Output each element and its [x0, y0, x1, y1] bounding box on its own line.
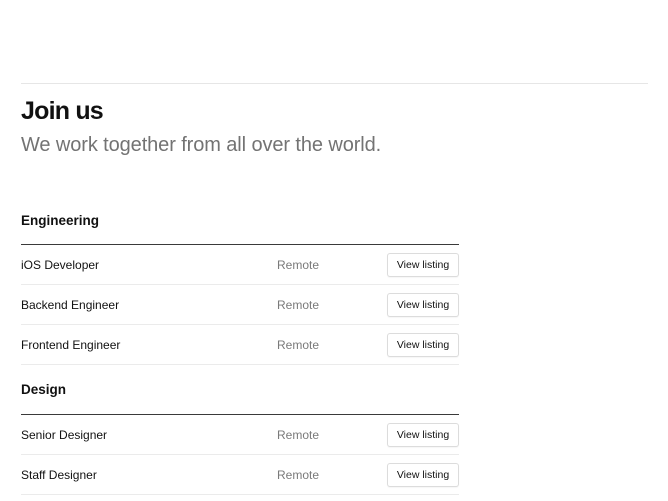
- job-location: Remote: [277, 337, 320, 352]
- view-listing-button[interactable]: View listing: [387, 422, 459, 447]
- group-engineering: Engineering iOS Developer Remote View li…: [21, 199, 459, 365]
- job-location: Remote: [277, 257, 320, 272]
- job-location: Remote: [277, 427, 320, 442]
- group-title: Design: [21, 365, 459, 415]
- job-row: iOS Developer Remote View listing: [21, 245, 459, 285]
- job-location: Remote: [277, 467, 320, 482]
- group-design: Design Senior Designer Remote View listi…: [21, 365, 459, 495]
- job-row: Frontend Engineer Remote View listing: [21, 325, 459, 365]
- page-subtitle: We work together from all over the world…: [21, 134, 382, 156]
- job-listings: Engineering iOS Developer Remote View li…: [21, 199, 459, 495]
- job-row: Backend Engineer Remote View listing: [21, 285, 459, 325]
- view-listing-button[interactable]: View listing: [387, 332, 459, 357]
- view-listing-button[interactable]: View listing: [387, 252, 459, 277]
- job-title: Staff Designer: [21, 467, 97, 482]
- job-title: Senior Designer: [21, 427, 108, 442]
- job-location: Remote: [277, 297, 320, 312]
- group-title: Engineering: [21, 199, 459, 245]
- job-title: iOS Developer: [21, 257, 100, 272]
- page-title: Join us: [21, 97, 104, 125]
- view-listing-button[interactable]: View listing: [387, 462, 459, 487]
- job-row: Staff Designer Remote View listing: [21, 455, 459, 495]
- job-row: Senior Designer Remote View listing: [21, 415, 459, 455]
- job-title: Frontend Engineer: [21, 337, 121, 352]
- top-divider: [21, 83, 648, 84]
- view-listing-button[interactable]: View listing: [387, 292, 459, 317]
- job-title: Backend Engineer: [21, 297, 120, 312]
